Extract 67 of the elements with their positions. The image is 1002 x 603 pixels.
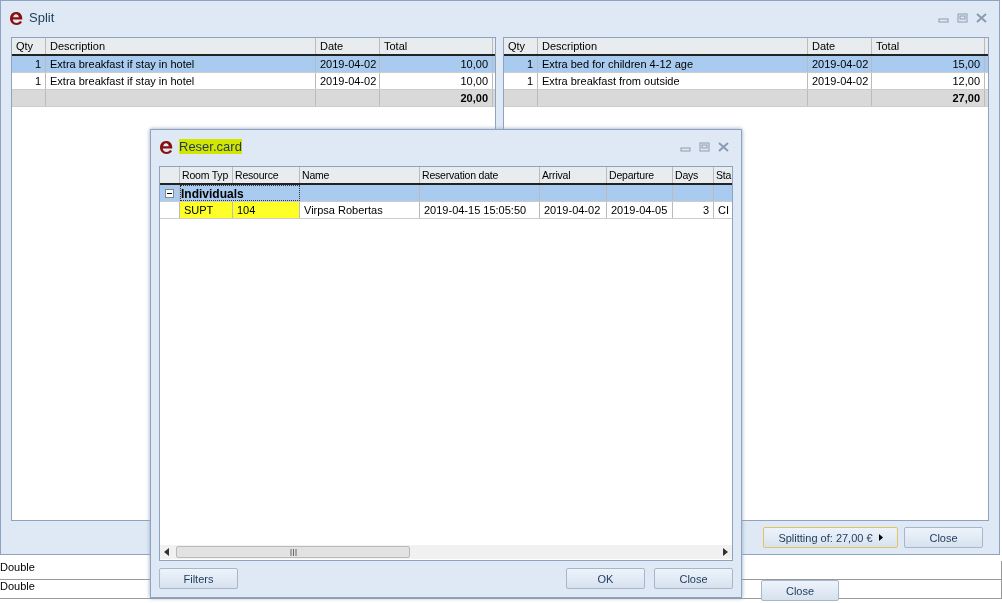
logo-icon bbox=[9, 9, 23, 26]
qty-cell: 1 bbox=[504, 56, 538, 72]
dialog-button[interactable]: OK bbox=[566, 568, 645, 589]
description-cell: Extra breakfast if stay in hotel bbox=[46, 56, 316, 72]
horizontal-scrollbar[interactable] bbox=[160, 545, 732, 559]
column-header[interactable]: Name bbox=[300, 167, 420, 183]
close-icon[interactable] bbox=[718, 141, 729, 152]
caret-icon bbox=[878, 534, 883, 541]
qty-cell: 1 bbox=[12, 73, 46, 89]
window-title: Reser.card bbox=[179, 139, 242, 154]
table-cell: 2019-04-02 bbox=[540, 202, 607, 218]
column-header[interactable]: Qty bbox=[12, 38, 46, 54]
table-row[interactable]: 1 Extra breakfast if stay in hotel 2019-04-02 10,00 bbox=[12, 56, 495, 73]
group-row[interactable]: Individuals bbox=[160, 185, 732, 202]
table-cell: 2019-04-05 bbox=[607, 202, 673, 218]
close-icon[interactable] bbox=[976, 12, 987, 23]
table-cell: 3 bbox=[673, 202, 714, 218]
table-cell-text: Double bbox=[0, 561, 36, 575]
column-header[interactable]: Resource bbox=[233, 167, 300, 183]
column-header[interactable]: Date bbox=[808, 38, 872, 54]
table-cell: 2019-04-15 15:05:50 bbox=[420, 202, 540, 218]
description-cell: Extra breakfast from outside bbox=[538, 73, 808, 89]
date-cell: 2019-04-02 bbox=[808, 56, 872, 72]
dialog-button[interactable]: Filters bbox=[159, 568, 238, 589]
maximize-icon[interactable] bbox=[699, 141, 710, 152]
total-cell: 12,00 bbox=[872, 73, 985, 89]
column-header[interactable]: Date bbox=[316, 38, 380, 54]
description-cell: Extra bed for children 4-12 age bbox=[538, 56, 808, 72]
table-cell: 104 bbox=[233, 202, 300, 218]
table-cell: SUPT bbox=[180, 202, 233, 218]
logo-icon bbox=[159, 138, 173, 155]
date-cell: 2019-04-02 bbox=[808, 73, 872, 89]
total-cell: 10,00 bbox=[380, 73, 493, 89]
column-header[interactable]: Qty bbox=[504, 38, 538, 54]
column-header[interactable]: Arrival bbox=[540, 167, 607, 183]
column-header[interactable]: Sta bbox=[714, 167, 732, 183]
table-cell: Virpsa Robertas bbox=[300, 202, 420, 218]
column-header[interactable]: Total bbox=[872, 38, 985, 54]
column-header[interactable]: Description bbox=[538, 38, 808, 54]
total-cell: 10,00 bbox=[380, 56, 493, 72]
column-header[interactable]: Room Typ bbox=[180, 167, 233, 183]
close-button[interactable]: Close bbox=[904, 527, 983, 548]
table-cell-text: Double bbox=[0, 580, 36, 594]
maximize-icon[interactable] bbox=[957, 12, 968, 23]
date-cell: 2019-04-02 bbox=[316, 73, 380, 89]
dialog-button[interactable]: Close bbox=[654, 568, 733, 589]
splitting-button[interactable]: Splitting of: 27,00 € bbox=[763, 527, 898, 548]
collapse-icon[interactable] bbox=[165, 188, 174, 198]
column-header[interactable]: Reservation date bbox=[420, 167, 540, 183]
table-row[interactable]: SUPT 104 Virpsa Robertas 2019-04-15 15:05:50 2019-04-02 2019-04-05 3 CI bbox=[160, 202, 732, 219]
table-row[interactable]: 1 Extra bed for children 4-12 age 2019-04-02 15,00 bbox=[504, 56, 988, 73]
sum-cell: 20,00 bbox=[380, 90, 493, 106]
column-header[interactable]: Days bbox=[673, 167, 714, 183]
window-title: Split bbox=[29, 10, 56, 25]
grip-icon[interactable] bbox=[289, 548, 297, 556]
qty-cell: 1 bbox=[12, 56, 46, 72]
table-cell: CI bbox=[714, 202, 732, 218]
column-header[interactable]: Total bbox=[380, 38, 493, 54]
sum-cell: 27,00 bbox=[872, 90, 985, 106]
group-label: Individuals bbox=[180, 185, 300, 201]
column-header[interactable]: Departure bbox=[607, 167, 673, 183]
date-cell: 2019-04-02 bbox=[316, 56, 380, 72]
qty-cell: 1 bbox=[504, 73, 538, 89]
total-cell: 15,00 bbox=[872, 56, 985, 72]
description-cell: Extra breakfast if stay in hotel bbox=[46, 73, 316, 89]
column-header[interactable]: Description bbox=[46, 38, 316, 54]
close-button[interactable]: Close bbox=[761, 580, 839, 601]
